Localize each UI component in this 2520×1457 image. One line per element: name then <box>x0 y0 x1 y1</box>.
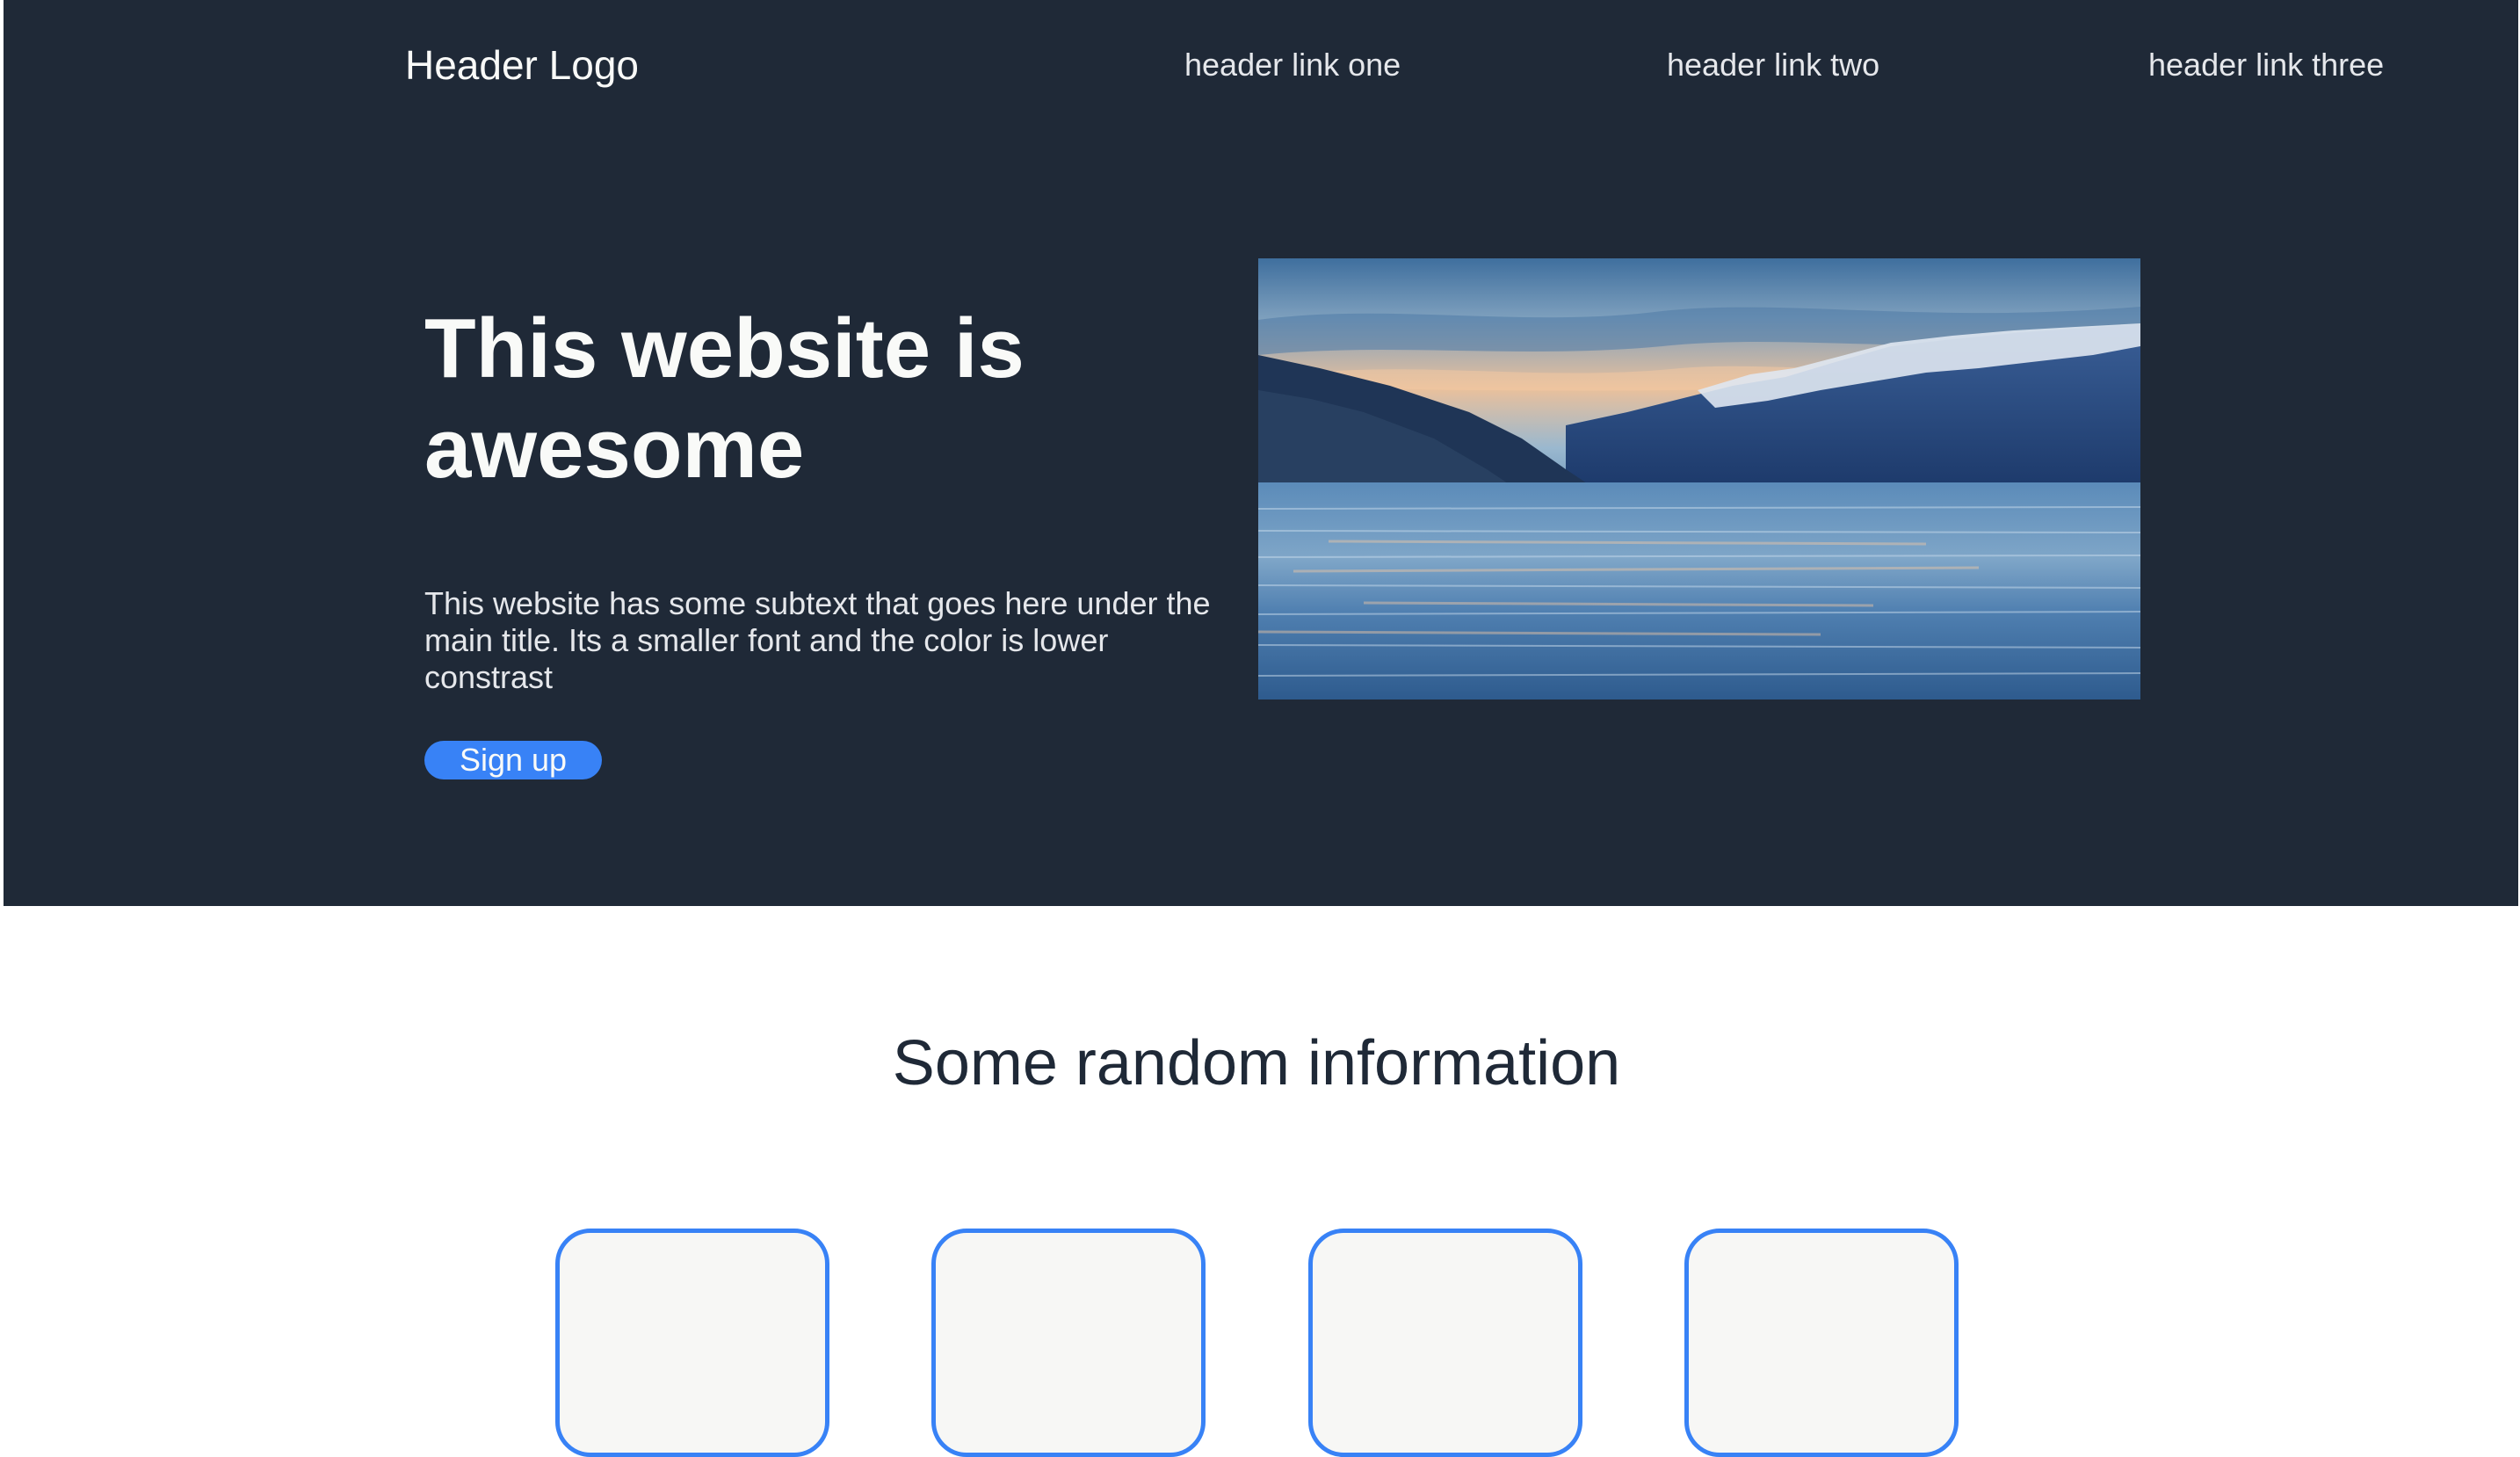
header-logo[interactable]: Header Logo <box>405 39 639 91</box>
hero-title: This website is awesome <box>424 301 1025 496</box>
info-card <box>931 1229 1206 1457</box>
info-card <box>555 1229 829 1457</box>
info-card <box>1684 1229 1959 1457</box>
header-link-three[interactable]: header link three <box>2148 44 2384 86</box>
hero-section: Header Logo header link one header link … <box>4 0 2518 906</box>
hero-subtext: This website has some subtext that goes … <box>424 585 1211 695</box>
mountain-lake-sunset-image <box>1258 258 2140 700</box>
header-link-two[interactable]: header link two <box>1667 44 1879 86</box>
info-card <box>1308 1229 1582 1457</box>
header-link-one[interactable]: header link one <box>1184 44 1401 86</box>
info-section-title: Some random information <box>892 1028 1621 1098</box>
sign-up-button[interactable]: Sign up <box>424 741 602 779</box>
